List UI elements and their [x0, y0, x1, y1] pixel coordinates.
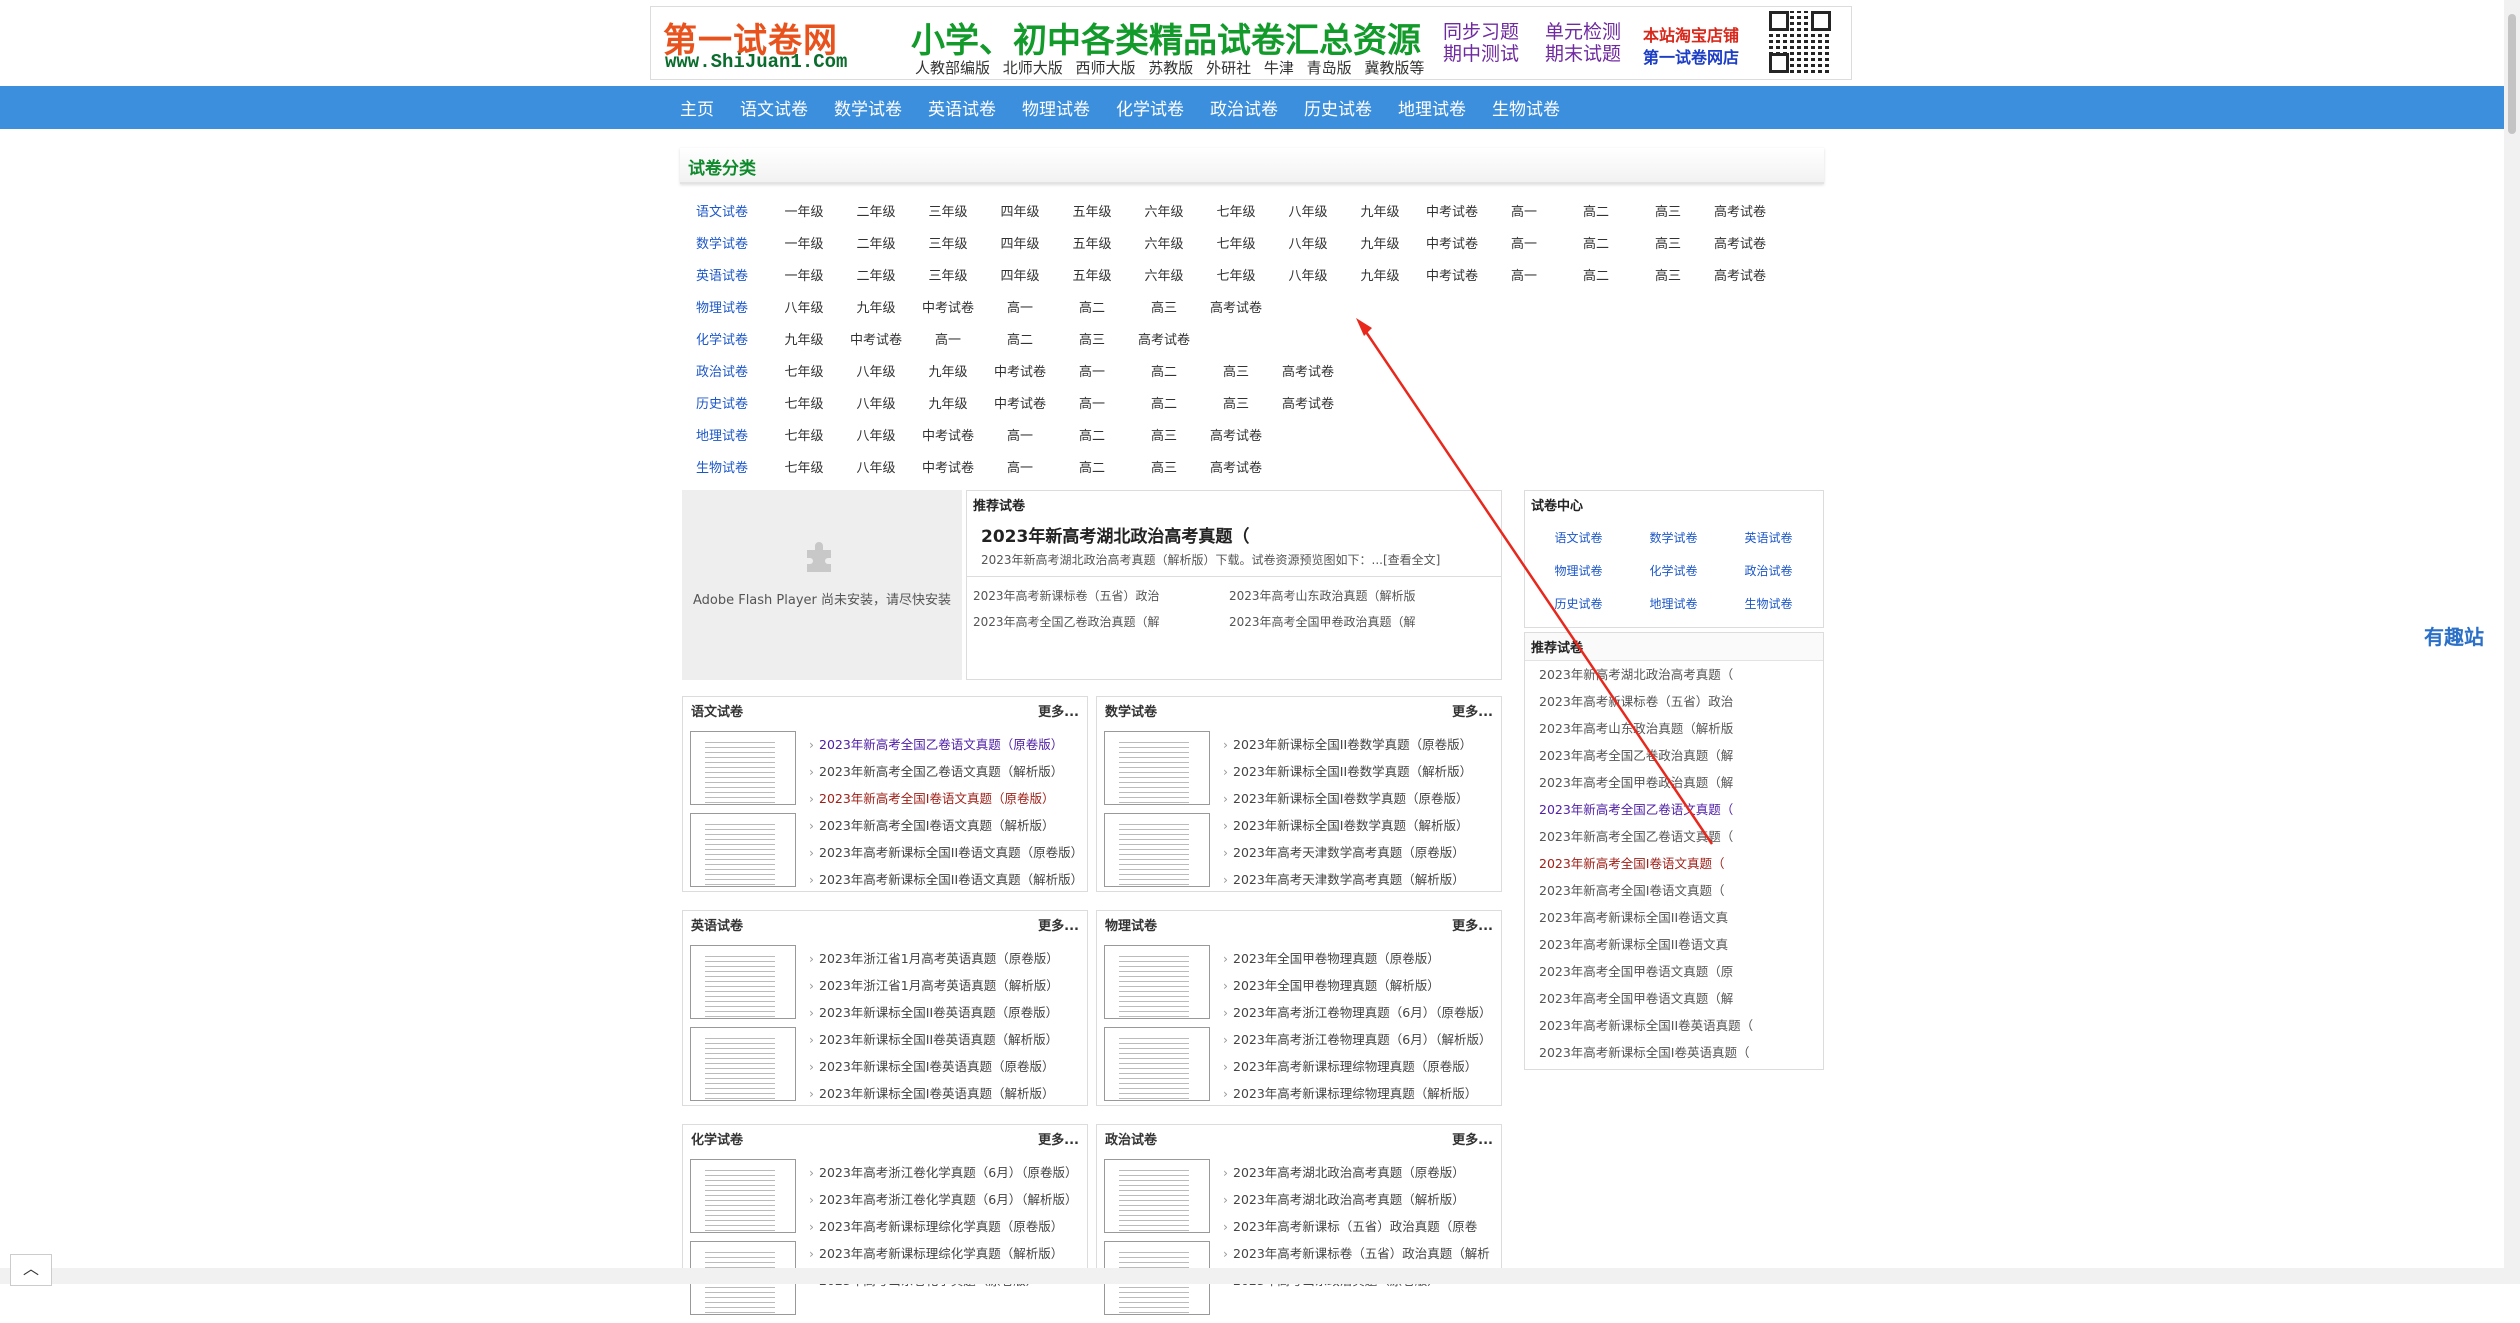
back-to-top-button[interactable]: ︿ — [10, 1254, 52, 1286]
annotation-arrow — [1356, 318, 1714, 845]
scrollbar-thumb[interactable] — [2508, 14, 2516, 134]
horizontal-scrollbar[interactable] — [0, 1268, 2504, 1284]
vertical-scrollbar[interactable] — [2504, 0, 2520, 1284]
